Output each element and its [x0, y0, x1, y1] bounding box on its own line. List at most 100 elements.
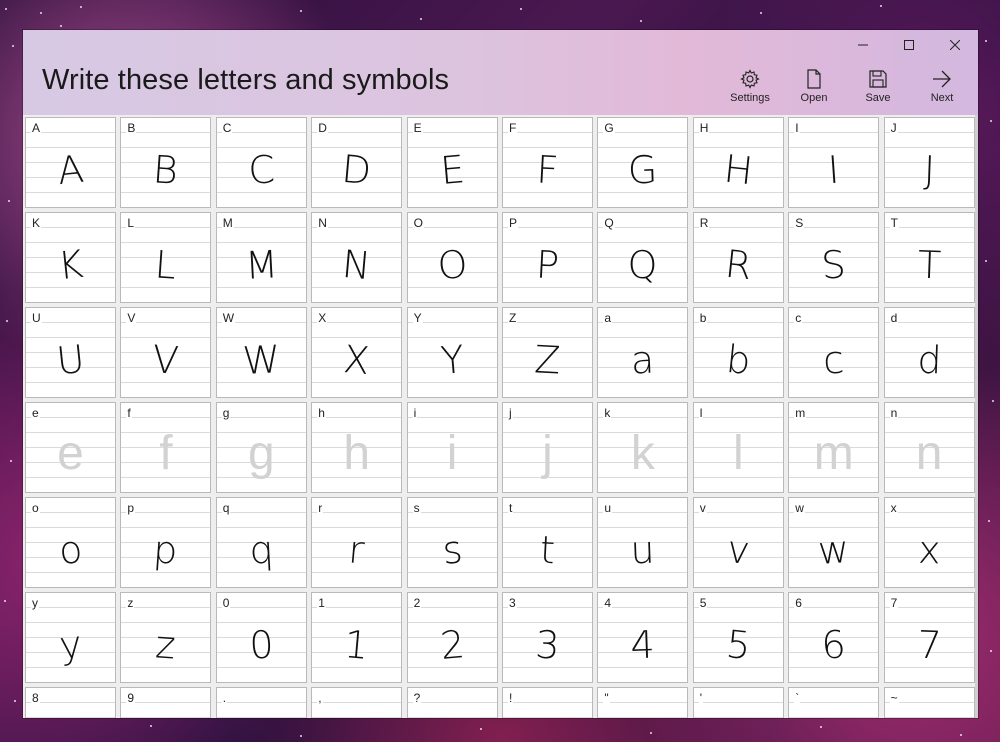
ink-cell[interactable]: rr [311, 497, 403, 588]
ink-cell[interactable]: `` [788, 687, 880, 718]
ink-cell[interactable]: dd [883, 307, 975, 398]
ink-cell[interactable]: 33 [502, 592, 593, 683]
ink-cell[interactable]: 77 [883, 592, 975, 683]
ink-cell[interactable]: VV [120, 307, 212, 398]
guide-glyph: e [57, 427, 84, 480]
ink-cell[interactable]: mm [788, 402, 880, 493]
ink-cell[interactable]: GG [597, 117, 689, 208]
star [985, 260, 987, 262]
ink-cell[interactable]: '' [692, 687, 784, 718]
ink-cell[interactable]: tt [502, 497, 593, 588]
ink-cell[interactable]: ii [406, 402, 498, 493]
ink-cell[interactable]: CC [215, 117, 307, 208]
next-button[interactable]: Next [910, 68, 974, 112]
ink-cell[interactable]: 11 [311, 592, 403, 683]
ink-cell[interactable]: FF [502, 117, 593, 208]
ink-cell[interactable]: 66 [788, 592, 880, 683]
ink-cell[interactable]: ?? [406, 687, 498, 718]
ink-cell[interactable]: NN [311, 212, 403, 303]
ink-cell[interactable]: oo [25, 497, 116, 588]
ink-cell[interactable]: yy [25, 592, 116, 683]
handwritten-glyph: s [440, 526, 464, 573]
ink-cell[interactable]: KK [25, 212, 116, 303]
cell-label: , [317, 691, 323, 705]
cell-label: H [698, 121, 710, 135]
ink-cell[interactable]: qq [215, 497, 307, 588]
ink-cell[interactable]: 00 [215, 592, 307, 683]
ink-cell[interactable]: 44 [597, 592, 689, 683]
ink-cell[interactable]: xx [883, 497, 975, 588]
guide-glyph: l [732, 427, 744, 480]
ink-cell[interactable]: nn [883, 402, 975, 493]
ink-cell[interactable]: 88 [25, 687, 116, 718]
ink-cell[interactable]: ww [788, 497, 880, 588]
ink-cell[interactable]: ff [120, 402, 212, 493]
ink-cell[interactable]: TT [883, 212, 975, 303]
ink-cell[interactable]: hh [311, 402, 403, 493]
ink-cell[interactable]: XX [311, 307, 403, 398]
ink-cell[interactable]: LL [120, 212, 212, 303]
ink-cell[interactable]: 22 [406, 592, 498, 683]
ink-cell[interactable]: ,, [311, 687, 403, 718]
cell-label: ` [794, 691, 801, 705]
ink-cell[interactable]: QQ [597, 212, 689, 303]
ink-cell[interactable]: ss [406, 497, 498, 588]
cell-label: w [794, 501, 805, 515]
ink-cell[interactable]: PP [502, 212, 593, 303]
ink-cell[interactable]: jj [502, 402, 593, 493]
ink-cell[interactable]: !! [502, 687, 593, 718]
ink-cell[interactable]: "" [597, 687, 689, 718]
settings-button[interactable]: Settings [718, 68, 782, 112]
cell-label: Y [412, 311, 423, 325]
ink-cell[interactable]: cc [788, 307, 880, 398]
ink-cell[interactable]: uu [597, 497, 689, 588]
ink-cell[interactable]: 55 [692, 592, 784, 683]
cell-label: y [31, 596, 39, 610]
handwritten-glyph: C [246, 146, 276, 193]
open-button[interactable]: Open [782, 68, 846, 112]
cell-label: q [221, 501, 231, 515]
ink-cell[interactable]: ll [692, 402, 784, 493]
ink-cell[interactable]: UU [25, 307, 116, 398]
save-button[interactable]: Save [846, 68, 910, 112]
ink-cell[interactable]: MM [215, 212, 307, 303]
ink-cell[interactable]: .. [215, 687, 307, 718]
maximize-button[interactable] [886, 30, 932, 60]
ink-cell[interactable]: DD [311, 117, 403, 208]
ink-cell[interactable]: RR [692, 212, 784, 303]
ink-cell[interactable]: kk [597, 402, 689, 493]
star [300, 10, 302, 12]
star [12, 45, 14, 47]
ink-cell[interactable]: 99 [120, 687, 212, 718]
ink-cell[interactable]: gg [215, 402, 307, 493]
scrollbar[interactable] [975, 115, 978, 718]
ink-cell[interactable]: YY [406, 307, 498, 398]
ink-cell[interactable]: ee [25, 402, 116, 493]
cell-label: 2 [412, 596, 422, 610]
handwritten-glyph: b [724, 336, 753, 383]
ink-cell[interactable]: zz [120, 592, 212, 683]
ink-cell[interactable]: vv [692, 497, 784, 588]
minimize-button[interactable] [840, 30, 886, 60]
ink-cell[interactable]: II [788, 117, 880, 208]
ink-cell[interactable]: ZZ [502, 307, 593, 398]
ink-cell[interactable]: HH [692, 117, 784, 208]
handwritten-glyph: U [54, 336, 87, 383]
ink-cell[interactable]: WW [215, 307, 307, 398]
ink-cell[interactable]: EE [406, 117, 498, 208]
handwritten-glyph: 0 [248, 621, 275, 668]
ink-cell[interactable]: AA [25, 117, 116, 208]
ink-cell[interactable]: pp [120, 497, 212, 588]
close-button[interactable] [932, 30, 978, 60]
ink-cell[interactable]: JJ [883, 117, 975, 208]
ink-cell[interactable]: OO [406, 212, 498, 303]
ink-cell[interactable]: SS [788, 212, 880, 303]
cell-label: v [698, 501, 707, 515]
ink-cell[interactable]: aa [597, 307, 689, 398]
star [988, 520, 990, 522]
ink-cell[interactable]: bb [692, 307, 784, 398]
ink-cell[interactable]: ~~ [883, 687, 975, 718]
ink-cell[interactable]: BB [120, 117, 212, 208]
handwritten-glyph: 7 [916, 622, 942, 667]
guide-glyph: k [630, 427, 655, 480]
